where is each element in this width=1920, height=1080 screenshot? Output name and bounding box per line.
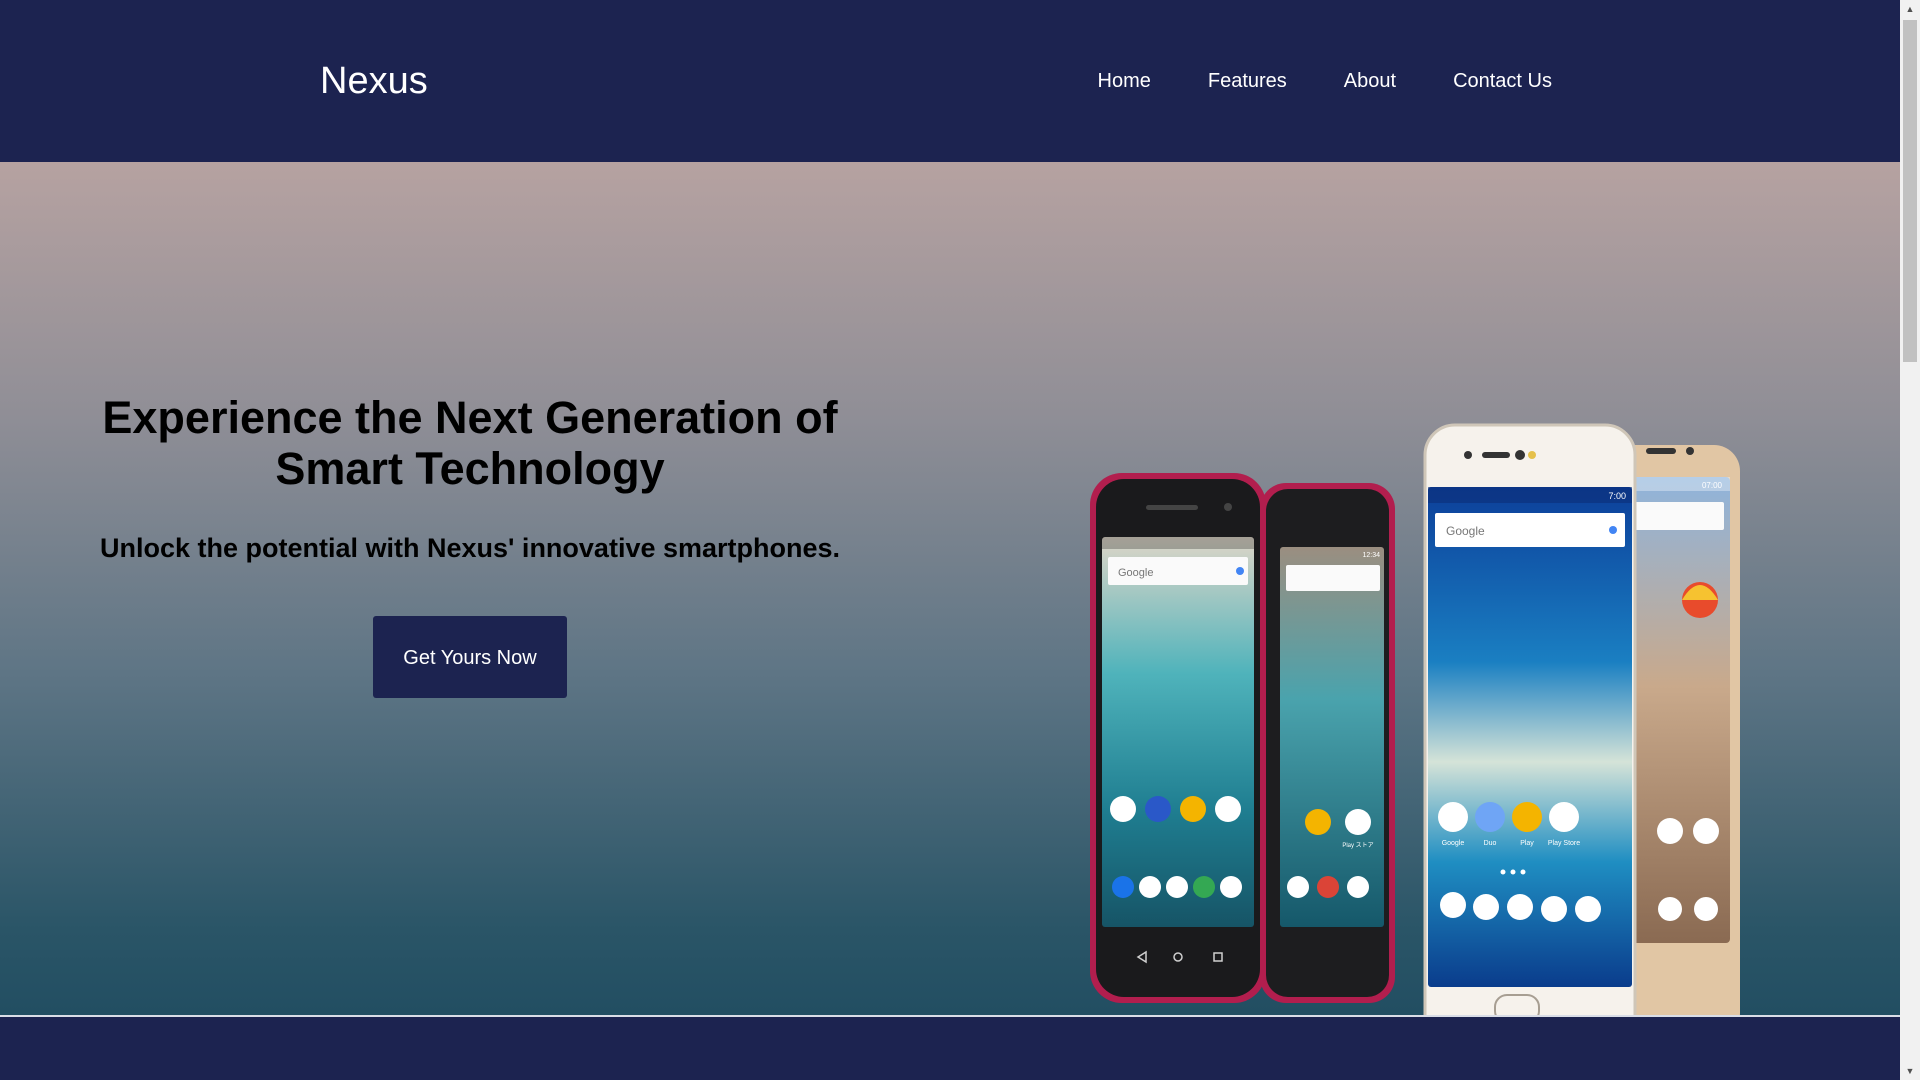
footer — [0, 1017, 1900, 1080]
app-label-play: Play — [1520, 840, 1534, 847]
hero-subtitle: Unlock the potential with Nexus' innovat… — [99, 533, 841, 563]
app-label-play-store: Play Store — [1548, 840, 1580, 847]
phones-image: 07:00 7:00 Google Google Duo Play Play S… — [1090, 423, 1790, 1061]
search-label-a: Google — [1118, 567, 1153, 579]
time-label-d: 07:00 — [1702, 481, 1723, 490]
site-header: Nexus Home Features About Contact Us — [0, 0, 1900, 162]
main-nav: Home Features About Contact Us — [1098, 66, 1553, 96]
hero-title: Experience the Next Generation of Smart … — [102, 392, 838, 494]
scroll-thumb[interactable] — [1903, 20, 1917, 362]
logo[interactable]: Nexus — [320, 56, 428, 106]
nav-link-features[interactable]: Features — [1208, 66, 1287, 96]
vertical-scrollbar[interactable]: ▲ ▼ — [1900, 0, 1920, 1080]
search-label-c: Google — [1446, 524, 1485, 538]
phone-white: 7:00 Google Google Duo Play Play Store — [1423, 423, 1637, 1059]
page: Nexus Home Features About Contact Us Exp… — [0, 0, 1920, 1080]
time-label-b: 12:34 — [1362, 552, 1380, 559]
app-label-duo: Duo — [1484, 840, 1497, 847]
get-yours-now-button[interactable]: Get Yours Now — [373, 616, 567, 698]
nav-link-about[interactable]: About — [1344, 66, 1396, 96]
hero-section: Experience the Next Generation of Smart … — [0, 162, 1900, 1061]
nav-link-contact[interactable]: Contact Us — [1453, 66, 1552, 96]
scroll-up-icon[interactable]: ▲ — [1900, 0, 1920, 18]
scroll-down-icon[interactable]: ▼ — [1900, 1062, 1920, 1080]
app-label-google: Google — [1442, 840, 1465, 847]
phone-berry-front: Google — [1090, 473, 1266, 1003]
nav-link-home[interactable]: Home — [1098, 66, 1151, 96]
app-label-play-jp: Play ストア — [1342, 842, 1373, 849]
phone-berry-back: 12:34 Play ストア — [1260, 483, 1395, 1003]
hero-text: Experience the Next Generation of Smart … — [70, 392, 870, 698]
time-label-c: 7:00 — [1608, 491, 1626, 501]
